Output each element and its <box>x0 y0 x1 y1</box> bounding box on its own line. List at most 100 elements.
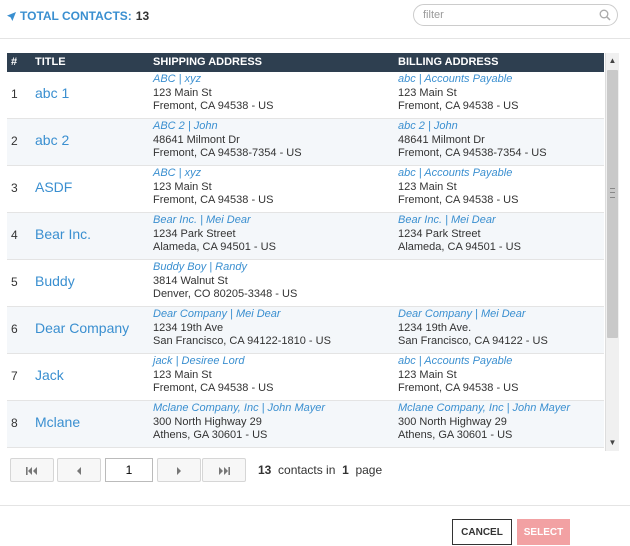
shipping-line2: Denver, CO 80205-3348 - US <box>153 288 298 301</box>
row-number: 7 <box>11 369 18 383</box>
shipping-line1: 123 Main St <box>153 368 212 381</box>
billing-name: Bear Inc. | Mei Dear <box>398 214 496 226</box>
contact-title[interactable]: Dear Company <box>35 320 129 336</box>
billing-line1: 123 Main St <box>398 368 457 381</box>
navigation-arrow-icon <box>7 11 16 21</box>
column-header-shipping[interactable]: SHIPPING ADDRESS <box>153 56 262 68</box>
table-row[interactable]: 3 ASDF ABC | xyz 123 Main St Fremont, CA… <box>7 166 604 213</box>
billing-line2: Fremont, CA 94538 - US <box>398 100 519 113</box>
select-button[interactable]: SELECT <box>517 519 570 545</box>
prev-page-icon <box>77 467 81 475</box>
shipping-line2: Fremont, CA 94538 - US <box>153 194 274 207</box>
table-row[interactable]: 1 abc 1 ABC | xyz 123 Main St Fremont, C… <box>7 72 604 119</box>
shipping-name: Dear Company | Mei Dear <box>153 308 281 320</box>
shipping-name: ABC | xyz <box>153 167 202 179</box>
table-row[interactable]: 2 abc 2 ABC 2 | John 48641 Milmont Dr Fr… <box>7 119 604 166</box>
billing-address: abc | Accounts Payable 123 Main St Fremo… <box>398 167 518 208</box>
contacts-table: # TITLE SHIPPING ADDRESS BILLING ADDRESS… <box>7 53 619 451</box>
pagination: 13 contacts in 1 page <box>0 458 630 484</box>
column-header-number: # <box>11 56 18 68</box>
table-row[interactable]: 5 Buddy Buddy Boy | Randy 3814 Walnut St… <box>7 260 604 307</box>
contact-title[interactable]: Mclane <box>35 414 80 430</box>
shipping-address: Buddy Boy | Randy 3814 Walnut St Denver,… <box>153 261 297 302</box>
billing-address: abc 2 | John 48641 Milmont Dr Fremont, C… <box>398 120 547 161</box>
billing-line2: Fremont, CA 94538 - US <box>398 382 519 395</box>
billing-line2: Athens, GA 30601 - US <box>398 429 513 442</box>
page-count: 1 <box>342 463 349 477</box>
table-row[interactable]: 8 Mclane Mclane Company, Inc | John Maye… <box>7 401 604 448</box>
contact-title[interactable]: Jack <box>35 367 64 383</box>
billing-address: abc | Accounts Payable 123 Main St Fremo… <box>398 73 518 114</box>
shipping-line2: Fremont, CA 94538 - US <box>153 382 274 395</box>
shipping-name: Buddy Boy | Randy <box>153 261 247 273</box>
contacts-in-label: contacts in <box>278 463 336 477</box>
table-header: # TITLE SHIPPING ADDRESS BILLING ADDRESS <box>7 53 604 72</box>
row-number: 5 <box>11 275 18 289</box>
total-contacts-count: 13 <box>258 463 272 477</box>
contact-title[interactable]: Bear Inc. <box>35 226 91 242</box>
table-row[interactable]: 6 Dear Company Dear Company | Mei Dear 1… <box>7 307 604 354</box>
shipping-line1: 123 Main St <box>153 180 212 193</box>
billing-name: abc 2 | John <box>398 120 458 132</box>
row-number: 3 <box>11 181 18 195</box>
billing-address: Bear Inc. | Mei Dear 1234 Park Street Al… <box>398 214 521 255</box>
shipping-line2: Alameda, CA 94501 - US <box>153 241 276 254</box>
billing-line2: Fremont, CA 94538-7354 - US <box>398 147 547 160</box>
row-number: 6 <box>11 322 18 336</box>
table-row[interactable]: 4 Bear Inc. Bear Inc. | Mei Dear 1234 Pa… <box>7 213 604 260</box>
row-number: 1 <box>11 87 18 101</box>
dialog-header: TOTAL CONTACTS: 13 <box>0 0 630 39</box>
billing-name: Dear Company | Mei Dear <box>398 308 526 320</box>
shipping-line1: 300 North Highway 29 <box>153 415 262 428</box>
billing-address: Mclane Company, Inc | John Mayer 300 Nor… <box>398 402 570 443</box>
scroll-down-arrow-icon[interactable]: ▼ <box>606 436 619 450</box>
first-page-icon <box>26 467 37 475</box>
vertical-scrollbar[interactable]: ▲ ▼ <box>605 53 619 451</box>
contact-title[interactable]: Buddy <box>35 273 75 289</box>
grip-icon <box>610 188 615 198</box>
table-body: 1 abc 1 ABC | xyz 123 Main St Fremont, C… <box>7 72 604 448</box>
total-label: TOTAL CONTACTS: <box>20 9 132 23</box>
column-header-title[interactable]: TITLE <box>35 56 66 68</box>
billing-line1: 123 Main St <box>398 180 457 193</box>
billing-address: abc | Accounts Payable 123 Main St Fremo… <box>398 355 518 396</box>
pagination-info: 13 contacts in 1 page <box>258 463 382 477</box>
next-page-button[interactable] <box>157 458 201 482</box>
table-row[interactable]: 7 Jack jack | Desiree Lord 123 Main St F… <box>7 354 604 401</box>
row-number: 8 <box>11 416 18 430</box>
scroll-up-arrow-icon[interactable]: ▲ <box>606 54 619 68</box>
shipping-line2: Athens, GA 30601 - US <box>153 429 268 442</box>
shipping-address: ABC | xyz 123 Main St Fremont, CA 94538 … <box>153 73 273 114</box>
contact-title[interactable]: abc 2 <box>35 132 69 148</box>
billing-name: abc | Accounts Payable <box>398 73 513 85</box>
billing-address: Dear Company | Mei Dear 1234 19th Ave. S… <box>398 308 548 349</box>
shipping-address: Bear Inc. | Mei Dear 1234 Park Street Al… <box>153 214 276 255</box>
billing-line1: 48641 Milmont Dr <box>398 133 485 146</box>
shipping-address: ABC | xyz 123 Main St Fremont, CA 94538 … <box>153 167 273 208</box>
contact-title[interactable]: abc 1 <box>35 85 69 101</box>
first-page-button[interactable] <box>10 458 54 482</box>
last-page-button[interactable] <box>202 458 246 482</box>
shipping-address: jack | Desiree Lord 123 Main St Fremont,… <box>153 355 273 396</box>
prev-page-button[interactable] <box>57 458 101 482</box>
total-count: 13 <box>135 9 150 23</box>
scrollbar-thumb[interactable] <box>607 70 618 338</box>
total-contacts: TOTAL CONTACTS: 13 <box>7 9 149 23</box>
billing-line1: 123 Main St <box>398 86 457 99</box>
billing-line2: Alameda, CA 94501 - US <box>398 241 521 254</box>
shipping-line1: 3814 Walnut St <box>153 274 228 287</box>
shipping-address: Dear Company | Mei Dear 1234 19th Ave Sa… <box>153 308 331 349</box>
shipping-line2: Fremont, CA 94538 - US <box>153 100 274 113</box>
search-icon[interactable] <box>599 9 611 21</box>
billing-line1: 1234 19th Ave. <box>398 321 472 334</box>
column-header-billing[interactable]: BILLING ADDRESS <box>398 56 498 68</box>
cancel-button[interactable]: CANCEL <box>452 519 512 545</box>
filter-input[interactable] <box>413 4 618 26</box>
billing-name: Mclane Company, Inc | John Mayer <box>398 402 571 414</box>
page-number-input[interactable] <box>105 458 153 482</box>
shipping-line1: 1234 19th Ave <box>153 321 224 334</box>
contact-title[interactable]: ASDF <box>35 179 72 195</box>
billing-name: abc | Accounts Payable <box>398 167 513 179</box>
shipping-line1: 1234 Park Street <box>153 227 236 240</box>
billing-line1: 1234 Park Street <box>398 227 481 240</box>
